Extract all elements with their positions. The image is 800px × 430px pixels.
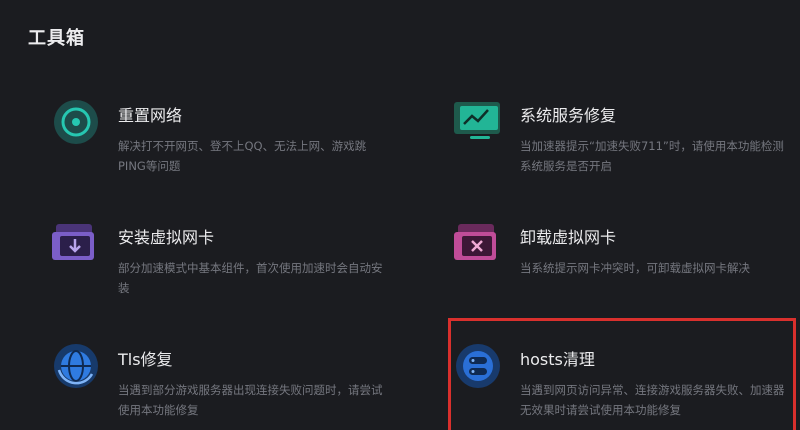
- tls-repair-icon: [50, 340, 102, 392]
- tool-name: 安装虚拟网卡: [118, 228, 215, 247]
- install-virtual-nic-icon: [50, 218, 102, 270]
- page-title: 工具箱: [28, 28, 85, 49]
- tool-name: 卸载虚拟网卡: [520, 228, 617, 247]
- reset-network-icon: [50, 96, 102, 148]
- tool-system-service-repair[interactable]: 系统服务修复 当加速器提示“加速失败711”时，请使用本功能检测系统服务是否开启: [452, 96, 792, 188]
- tool-description: 当加速器提示“加速失败711”时，请使用本功能检测系统服务是否开启: [520, 139, 784, 173]
- tool-name: 系统服务修复: [520, 106, 617, 125]
- tool-tls-repair[interactable]: Tls修复 当遇到部分游戏服务器出现连接失败问题时，请尝试使用本功能修复: [50, 340, 390, 430]
- tool-description: 当遇到部分游戏服务器出现连接失败问题时，请尝试使用本功能修复: [118, 383, 383, 417]
- highlight-box: [448, 318, 796, 430]
- tool-description: 解决打不开网页、登不上QQ、无法上网、游戏跳PING等问题: [118, 139, 367, 173]
- tool-name: Tls修复: [118, 350, 173, 369]
- tool-install-virtual-nic[interactable]: 安装虚拟网卡 部分加速模式中基本组件，首次使用加速时会自动安装: [50, 218, 390, 310]
- tool-reset-network[interactable]: 重置网络 解决打不开网页、登不上QQ、无法上网、游戏跳PING等问题: [50, 96, 390, 188]
- tool-description: 部分加速模式中基本组件，首次使用加速时会自动安装: [118, 261, 383, 295]
- system-service-repair-icon: [452, 96, 504, 148]
- tool-description: 当系统提示网卡冲突时，可卸载虚拟网卡解决: [520, 261, 750, 275]
- uninstall-virtual-nic-icon: [452, 218, 504, 270]
- tool-uninstall-virtual-nic[interactable]: 卸载虚拟网卡 当系统提示网卡冲突时，可卸载虚拟网卡解决: [452, 218, 792, 310]
- tool-name: 重置网络: [118, 106, 183, 125]
